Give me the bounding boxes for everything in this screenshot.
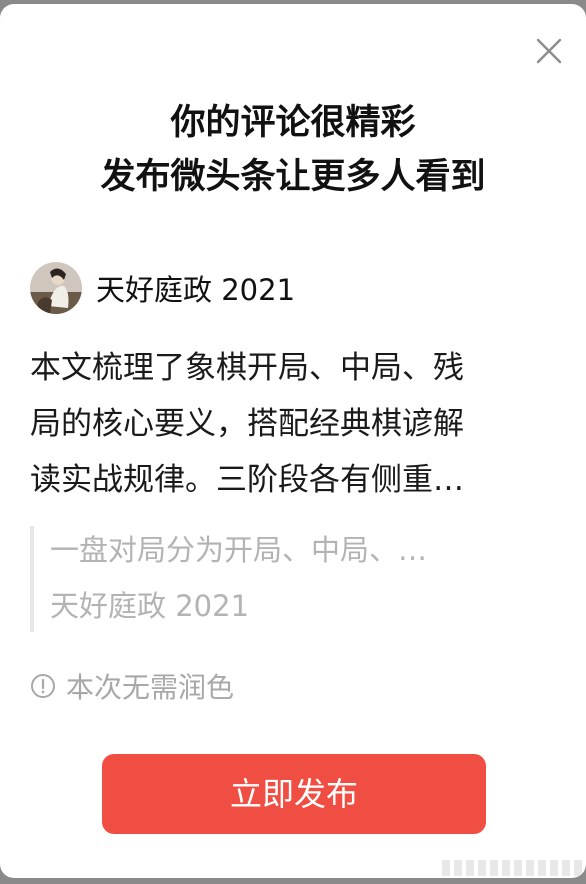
comment-line: 局的核心要义，搭配经典棋谚解 — [30, 406, 464, 442]
polish-note: 本次无需润色 — [30, 666, 234, 706]
note-text: 本次无需润色 — [66, 671, 235, 704]
quoted-article: 一盘对局分为开局、中局、… 天好庭政 2021 — [30, 526, 556, 632]
author-name: 天好庭政 2021 — [96, 273, 296, 307]
avatar — [30, 262, 82, 314]
dialog-title: 你的评论很精彩 发布微头条让更多人看到 — [0, 96, 586, 204]
watermark — [442, 860, 582, 876]
publish-button[interactable]: 立即发布 — [102, 754, 486, 834]
quote-text: 一盘对局分为开局、中局、… — [50, 533, 428, 567]
dialog-title-line1: 你的评论很精彩 — [170, 103, 416, 143]
close-button[interactable] — [532, 34, 566, 68]
dialog-title-line2: 发布微头条让更多人看到 — [100, 157, 486, 197]
comment-line: 本文梳理了象棋开局、中局、残 — [30, 350, 464, 386]
publish-dialog: 你的评论很精彩 发布微头条让更多人看到 天好庭政 2021 本文梳理了象棋开局、… — [0, 4, 586, 878]
comment-text: 本文梳理了象棋开局、中局、残 局的核心要义，搭配经典棋谚解 读实战规律。三阶段各… — [30, 340, 556, 508]
info-icon — [31, 674, 55, 698]
comment-line: 读实战规律。三阶段各有侧重… — [30, 462, 464, 498]
quote-source: 天好庭政 2021 — [50, 589, 250, 623]
author-row: 天好庭政 2021 — [30, 262, 295, 314]
close-icon — [536, 38, 562, 64]
